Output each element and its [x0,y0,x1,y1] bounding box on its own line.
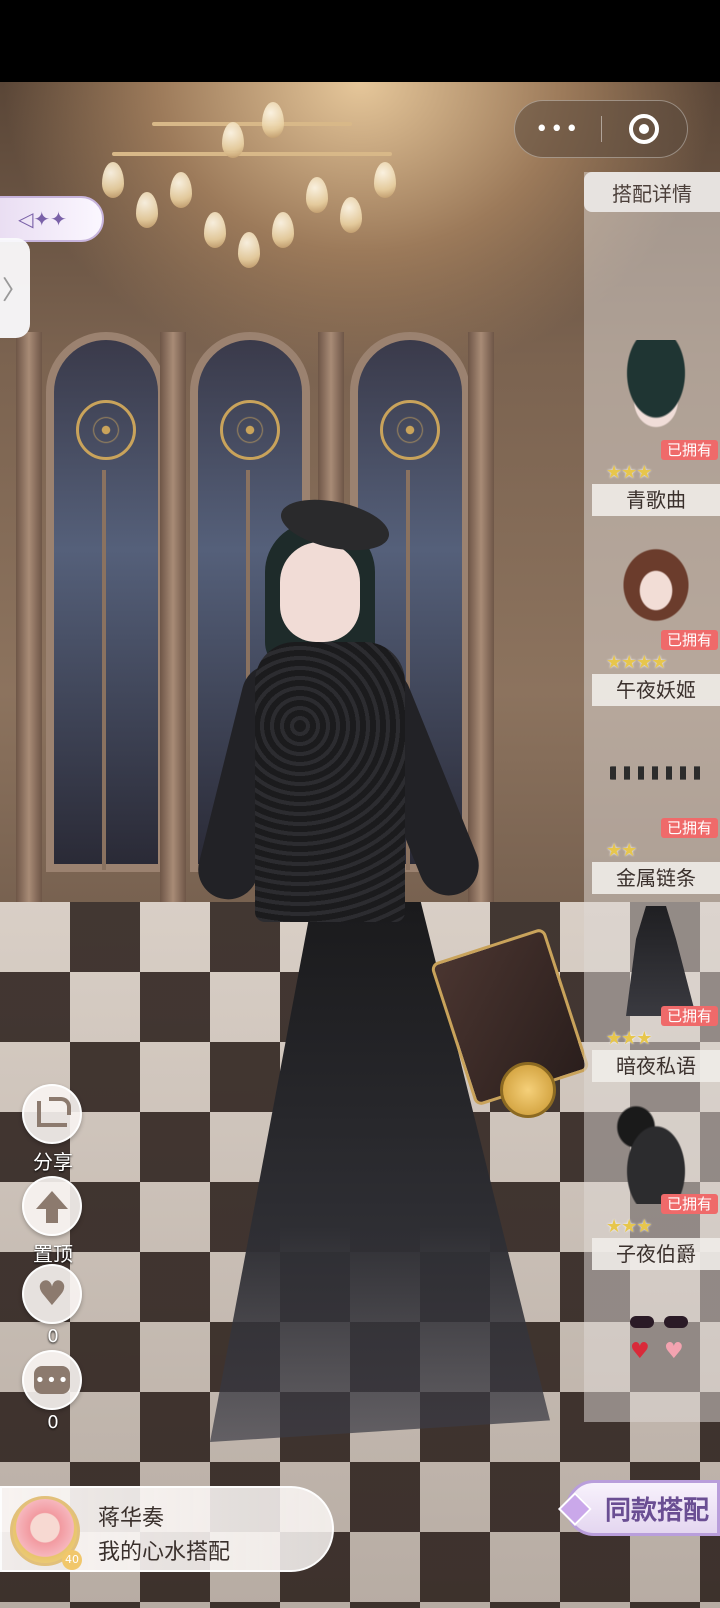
outfit-item-makeup[interactable]: 已拥有 ★★★★ 午夜妖姬 [592,530,720,718]
status-bar [0,0,720,82]
item-name: 午夜妖姬 [592,674,720,706]
character-model [170,482,591,1442]
outfit-item-hat[interactable]: 已拥有 ★★★ 子夜伯爵 [592,1094,720,1282]
more-button[interactable]: ••• [515,101,601,157]
side-drawer-tab[interactable]: 〉 [0,238,30,338]
item-name: 子夜伯爵 [592,1238,720,1270]
item-name: 金属链条 [592,862,720,894]
like-count: 0 [47,1326,59,1347]
heart-icon: ♥ [630,1339,650,1364]
panel-title[interactable]: 搭配详情 [584,172,720,212]
gothic-window [46,332,166,872]
share-button[interactable]: 分享 [22,1084,84,1175]
comment-count: 0 [47,1412,59,1433]
level-badge: 40 [62,1550,82,1570]
chevron-right-icon: 〉 [1,275,28,306]
target-icon [629,114,660,144]
chain-thumbnail [606,766,706,780]
outfit-item-accessory[interactable]: 已拥有 ★★ 金属链条 [592,718,720,906]
star-rating: ★★★ [606,1216,652,1237]
star-rating: ★★★★ [606,652,668,673]
user-name: 蒋华奏 [98,1506,165,1531]
back-button[interactable]: ◁✦✦ [0,196,104,242]
back-arrow-icon: ◁✦✦ [18,207,67,231]
same-outfit-button[interactable]: 同款搭配 [558,1480,720,1536]
star-rating: ★★★ [606,462,652,483]
star-rating: ★★★ [606,1028,652,1049]
earring-right: ♥ [664,1316,688,1366]
chat-bubble-icon: ••• [22,1350,82,1410]
pin-top-icon [22,1176,82,1236]
star-rating: ★★ [606,840,637,861]
heart-icon: ♥ [664,1339,684,1364]
owned-badge: 已拥有 [660,440,718,460]
owned-badge: 已拥有 [660,818,718,838]
like-button[interactable]: ♥ 0 [22,1264,84,1347]
outfit-item-dress[interactable]: 已拥有 ★★★ 暗夜私语 [592,906,720,1094]
outfit-item-earrings[interactable]: ♥ ♥ [620,1316,700,1376]
share-label: 分享 [33,1150,73,1174]
pin-to-top-button[interactable]: 置顶 [22,1176,84,1267]
user-card[interactable]: 40 蒋华奏 我的心水搭配 [0,1486,334,1572]
hat-thumbnail [606,1094,706,1204]
outfit-caption: 我的心水搭配 [98,1540,231,1565]
chandelier [92,82,412,292]
dress-thumbnail [626,906,696,1016]
item-name: 暗夜私语 [592,1050,720,1082]
owned-badge: 已拥有 [660,630,718,650]
outfit-item-hair[interactable]: 已拥有 ★★★ 青歌曲 [592,340,720,528]
owned-badge: 已拥有 [660,1194,718,1214]
makeup-thumbnail [606,530,706,640]
share-icon [22,1084,82,1144]
same-outfit-label: 同款搭配 [604,1495,709,1526]
pin-label: 置顶 [33,1242,73,1266]
close-button[interactable] [602,101,688,157]
earring-left: ♥ [630,1316,654,1366]
hair-thumbnail [606,340,706,450]
comment-button[interactable]: ••• 0 [22,1350,84,1433]
owned-badge: 已拥有 [660,1006,718,1026]
item-name: 青歌曲 [592,484,720,516]
mini-program-capsule: ••• [514,100,688,158]
heart-icon: ♥ [22,1264,82,1324]
